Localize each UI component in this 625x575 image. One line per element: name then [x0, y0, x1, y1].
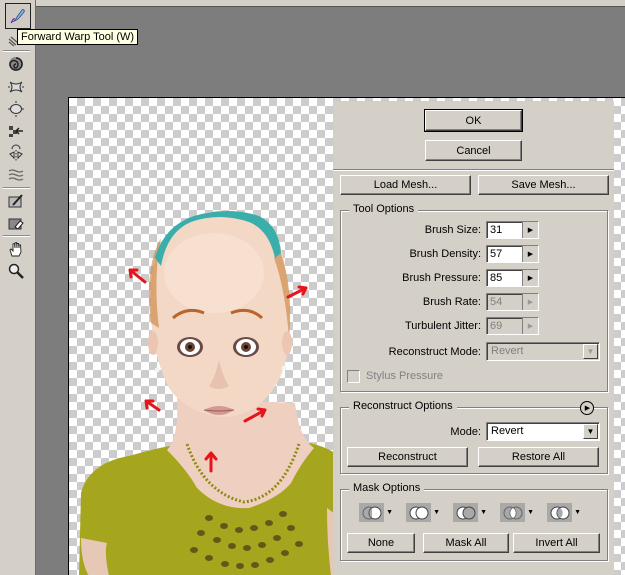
play-arrow-icon: ▶ [584, 405, 591, 412]
reconstruct-options-group: Reconstruct Options ▶ Mode: Revert ▼ Rec… [340, 400, 608, 474]
turbulence-icon [8, 169, 24, 181]
forward-warp-icon [10, 9, 25, 24]
mask-options-title: Mask Options [349, 482, 425, 494]
brush-rate-field[interactable]: 54 ▶ [486, 293, 539, 311]
brush-pressure-slider-arrow[interactable]: ▶ [522, 270, 538, 286]
mask-invert-selection[interactable]: ▼ [547, 503, 581, 522]
brush-size-row: Brush Size: [341, 222, 481, 239]
reconstruct-button[interactable]: Reconstruct [347, 447, 468, 467]
invert-selection-icon [550, 506, 570, 519]
pucker-icon [8, 81, 24, 93]
turbulent-jitter-row: Turbulent Jitter: [341, 318, 481, 335]
zoom-icon [8, 263, 24, 279]
turbulent-jitter-label: Turbulent Jitter: [404, 320, 481, 332]
stylus-pressure-label: Stylus Pressure [366, 370, 444, 382]
mask-add-to-selection[interactable]: ▼ [406, 503, 440, 522]
invert-all-button[interactable]: Invert All [513, 533, 600, 553]
brush-density-slider-arrow[interactable]: ▶ [522, 246, 538, 262]
caret-down-icon: ▼ [386, 509, 393, 516]
liquify-options-panel: OK Cancel Load Mesh... Save Mesh... Tool… [333, 101, 614, 575]
toolbar-separator [3, 187, 30, 189]
reconstruct-mode-label: Reconstruct Mode: [388, 346, 481, 358]
save-mesh-button[interactable]: Save Mesh... [478, 175, 609, 195]
reconstruct-mode-dropdown[interactable]: Revert ▼ [486, 422, 600, 441]
brush-pressure-label: Brush Pressure: [402, 272, 481, 284]
toolbar-separator [3, 50, 30, 52]
subtract-selection-icon [456, 506, 476, 519]
hand-tool[interactable] [4, 238, 28, 260]
freeze-mask-tool[interactable] [4, 190, 28, 212]
liquify-toolbar [0, 0, 36, 575]
mask-subtract-from-selection[interactable]: ▼ [453, 503, 487, 522]
brush-pressure-row: Brush Pressure: [341, 270, 481, 287]
bloat-tool[interactable] [4, 98, 28, 120]
forward-warp-tool[interactable] [5, 3, 31, 29]
mask-intersect-with-selection[interactable]: ▼ [500, 503, 534, 522]
toolbar-separator [3, 235, 30, 237]
mask-none-button[interactable]: None [347, 533, 415, 553]
mode-label: Mode: [450, 426, 481, 438]
brush-density-value: 57 [490, 248, 503, 260]
replace-selection-icon [362, 506, 382, 519]
restore-all-button[interactable]: Restore All [478, 447, 599, 467]
thaw-mask-tool[interactable] [4, 212, 28, 234]
twirl-clockwise-tool[interactable] [4, 53, 28, 75]
reconstruct-options-menu-button[interactable]: ▶ [580, 401, 594, 415]
add-selection-icon [409, 506, 429, 519]
reconstruct-mode-row: Reconstruct Mode: [341, 344, 481, 361]
bloat-icon [8, 101, 24, 117]
ok-button[interactable]: OK [424, 109, 523, 132]
hand-icon [9, 241, 22, 257]
pucker-tool[interactable] [4, 76, 28, 98]
panel-separator [333, 169, 614, 171]
tool-options-title: Tool Options [349, 203, 419, 215]
mask-all-button[interactable]: Mask All [423, 533, 509, 553]
mask-replace-selection[interactable]: ▼ [359, 503, 393, 522]
chevron-down-icon[interactable]: ▼ [583, 344, 598, 359]
turbulent-jitter-field[interactable]: 69 ▶ [486, 317, 539, 335]
caret-down-icon: ▼ [527, 509, 534, 516]
thaw-mask-icon [8, 218, 24, 230]
brush-rate-slider-arrow[interactable]: ▶ [522, 294, 538, 310]
brush-density-label: Brush Density: [409, 248, 481, 260]
load-mesh-button[interactable]: Load Mesh... [340, 175, 471, 195]
reconstruct-mode-value: Revert [491, 345, 524, 357]
caret-down-icon: ▼ [433, 509, 440, 516]
stylus-pressure-checkbox[interactable] [347, 370, 360, 383]
mirror-icon [9, 144, 23, 161]
reconstruct-mode-select[interactable]: Revert ▼ [486, 342, 600, 361]
intersect-selection-icon [503, 506, 523, 519]
brush-size-value: 31 [490, 224, 503, 236]
chevron-down-icon[interactable]: ▼ [583, 424, 598, 439]
tool-options-group: Tool Options Brush Size: 31 ▶ Brush Dens… [340, 203, 608, 392]
twirl-icon [9, 57, 23, 71]
brush-size-field[interactable]: 31 ▶ [486, 221, 539, 239]
brush-size-slider-arrow[interactable]: ▶ [522, 222, 538, 238]
brush-density-row: Brush Density: [341, 246, 481, 263]
caret-down-icon: ▼ [480, 509, 487, 516]
brush-density-field[interactable]: 57 ▶ [486, 245, 539, 263]
top-strip [0, 0, 625, 7]
mirror-tool[interactable] [4, 142, 28, 164]
push-left-icon [9, 126, 23, 137]
brush-pressure-value: 85 [490, 272, 503, 284]
tool-tooltip: Forward Warp Tool (W) [17, 29, 139, 45]
brush-rate-label: Brush Rate: [422, 296, 481, 308]
zoom-tool[interactable] [4, 260, 28, 282]
turbulent-jitter-slider-arrow[interactable]: ▶ [522, 318, 538, 334]
brush-pressure-field[interactable]: 85 ▶ [486, 269, 539, 287]
push-left-tool[interactable] [4, 120, 28, 142]
mask-options-group: Mask Options ▼ ▼ ▼ ▼ ▼ None Mask All Inv… [340, 482, 608, 561]
caret-down-icon: ▼ [574, 509, 581, 516]
brush-rate-row: Brush Rate: [341, 294, 481, 311]
cancel-button[interactable]: Cancel [425, 140, 522, 161]
turbulent-jitter-value: 69 [490, 320, 503, 332]
brush-size-label: Brush Size: [424, 224, 481, 236]
freeze-mask-icon [8, 194, 23, 208]
turbulence-tool[interactable] [4, 164, 28, 186]
mode-row: Mode: [341, 424, 481, 441]
brush-rate-value: 54 [490, 296, 503, 308]
reconstruct-options-title: Reconstruct Options [349, 400, 457, 412]
mode-value: Revert [491, 425, 524, 437]
